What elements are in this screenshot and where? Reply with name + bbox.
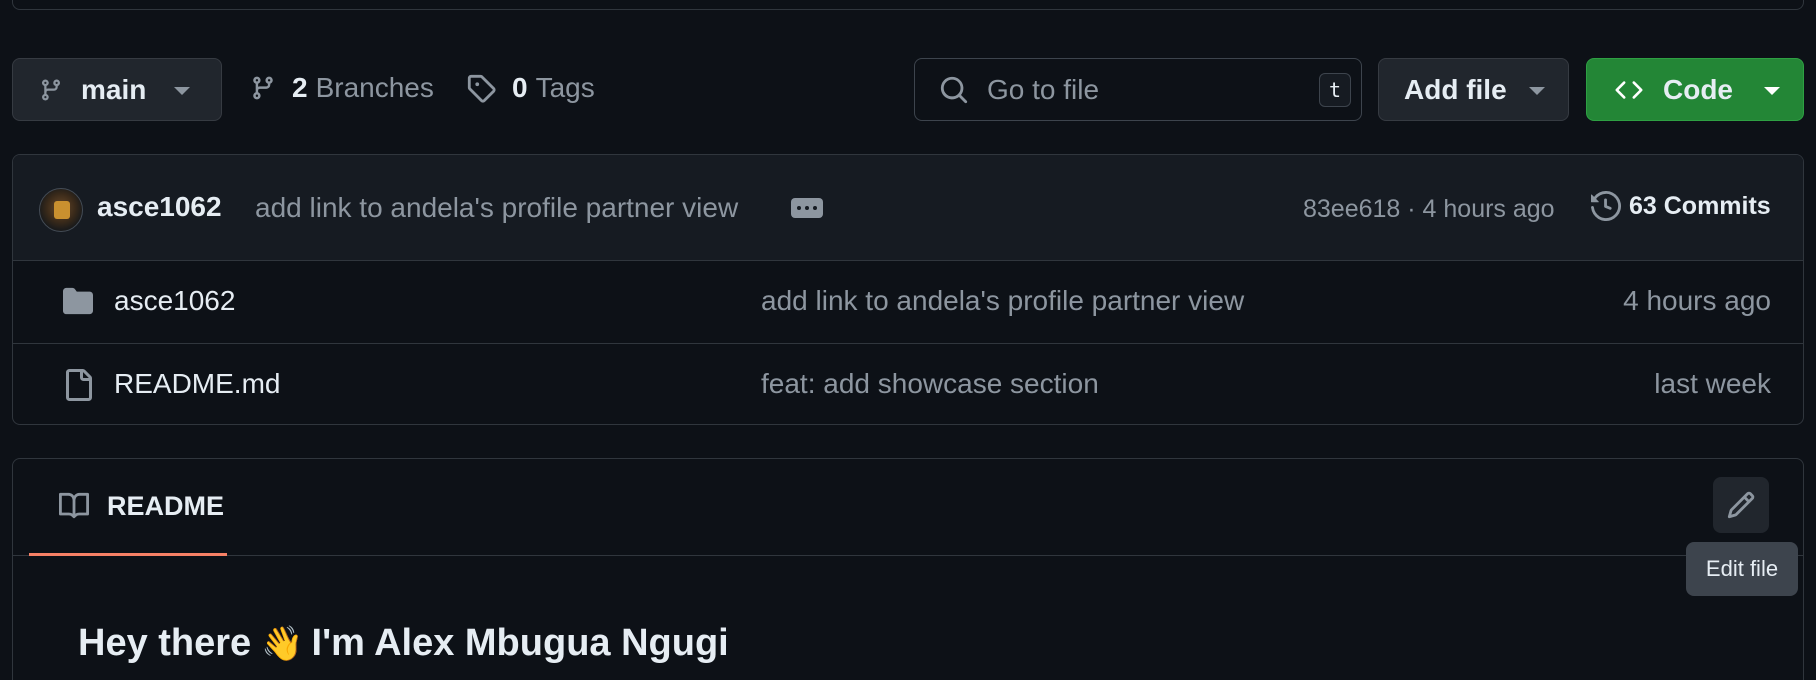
tab-readme[interactable]: README [29,459,227,556]
file-icon [66,369,92,401]
branches-count: 2 [292,72,308,103]
heading-text-start: Hey there [78,622,252,664]
heading-text-end: I'm Alex Mbugua Ngugi [311,622,729,664]
edit-file-button[interactable] [1713,477,1769,533]
file-commit-message[interactable]: add link to andela's profile partner vie… [761,285,1244,317]
add-file-label: Add file [1404,73,1507,105]
latest-commit-row: asce1062 add link to andela's profile pa… [13,155,1803,261]
tags-label: Tags [535,72,595,103]
readme-heading: Hey there 👋 I'm Alex Mbugua Ngugi [78,622,729,665]
code-button[interactable]: Code [1586,58,1804,121]
chevron-down-icon [174,87,190,95]
branches-label: Branches [315,72,434,103]
git-branch-icon [41,79,60,101]
history-icon [1591,191,1621,221]
commit-hash-time[interactable]: 83ee618 · 4 hours ago [1303,195,1555,224]
file-name[interactable]: README.md [114,368,280,400]
book-icon [59,492,90,519]
go-to-file-search[interactable]: t [914,58,1362,121]
waving-hand-icon: 👋 [261,624,304,663]
commit-message[interactable]: add link to andela's profile partner vie… [255,192,738,224]
pencil-icon [1727,491,1755,519]
top-divider [12,0,1804,10]
tags-count: 0 [512,72,528,103]
branches-link[interactable]: 2 Branches [250,72,434,104]
file-commit-message[interactable]: feat: add showcase section [761,368,1099,400]
search-icon [940,76,968,103]
edit-file-tooltip: Edit file [1686,542,1798,596]
code-label: Code [1663,73,1733,105]
branch-selector-button[interactable]: main [12,58,222,121]
file-row-readme[interactable]: README.md feat: add showcase section las… [13,343,1803,424]
commits-count-label: 63 Commits [1629,191,1771,220]
file-row-folder[interactable]: asce1062 add link to andela's profile pa… [13,261,1803,343]
file-name[interactable]: asce1062 [114,285,235,317]
branch-name: main [81,73,147,105]
file-browser-table: asce1062 add link to andela's profile pa… [12,154,1804,425]
go-to-file-input[interactable] [987,73,1287,106]
chevron-down-icon [1764,87,1780,95]
folder-icon [63,287,93,315]
chevron-down-icon [1529,87,1545,95]
avatar[interactable] [39,188,83,232]
file-commit-time: 4 hours ago [1623,285,1771,316]
keyboard-shortcut-hint: t [1319,73,1351,107]
commit-author[interactable]: asce1062 [97,191,222,223]
tags-link[interactable]: 0 Tags [466,72,595,104]
commits-history-link[interactable]: 63 Commits [1591,191,1771,221]
readme-header: README [13,459,1803,556]
add-file-button[interactable]: Add file [1378,58,1569,121]
tag-icon [467,74,496,103]
readme-tab-label: README [107,490,225,521]
git-branch-icon [253,76,273,100]
ellipsis-icon[interactable] [791,198,823,218]
file-commit-time: last week [1654,368,1771,399]
code-icon [1615,80,1643,99]
